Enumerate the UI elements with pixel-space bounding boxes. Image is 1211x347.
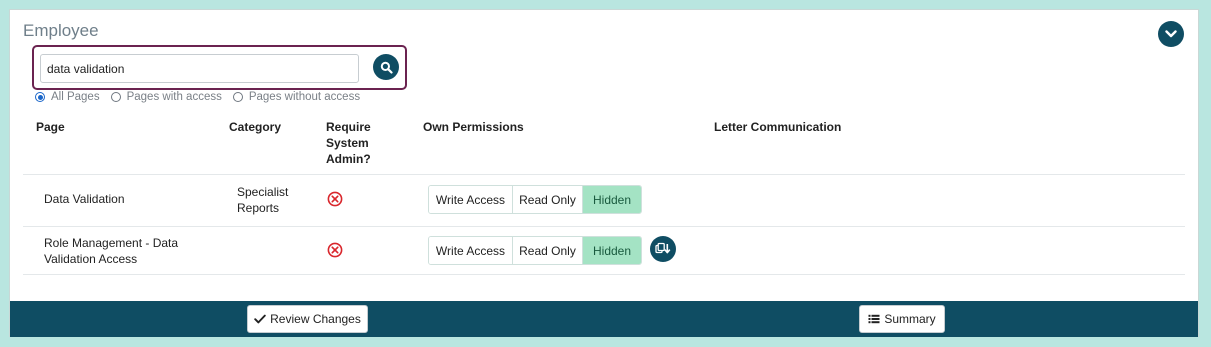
filter-all-pages[interactable]: All Pages [35, 91, 100, 103]
row-page-name: Data Validation [44, 191, 125, 207]
radio-button[interactable] [232, 92, 243, 102]
search-icon [380, 61, 393, 74]
page-name-line: Data Validation [44, 192, 125, 206]
divider [23, 274, 1185, 275]
page-filter-group: All Pages Pages with access Pages withou… [35, 90, 371, 104]
header-line: Require [326, 120, 371, 134]
header-own-permissions: Own Permissions [423, 120, 524, 134]
copy-down-icon [655, 242, 671, 254]
x-circle-icon [327, 191, 343, 207]
write-access-option[interactable]: Write Access [429, 186, 513, 213]
permission-selector: Write Access Read Only Hidden [428, 236, 642, 265]
section-title: Employee [23, 21, 99, 40]
filter-label: Pages without access [248, 91, 361, 103]
hidden-option[interactable]: Hidden [583, 237, 641, 264]
radio-button[interactable] [110, 92, 121, 102]
employee-panel: Employee All Pages Pages with access Pag… [9, 9, 1199, 337]
write-access-option[interactable]: Write Access [429, 237, 513, 264]
row-page-name: Role Management - Data Validation Access [44, 235, 178, 267]
page-name-line: Role Management - Data [44, 236, 179, 250]
search-input[interactable] [40, 54, 359, 83]
permission-selector: Write Access Read Only Hidden [428, 185, 642, 214]
hidden-option[interactable]: Hidden [583, 186, 641, 213]
chevron-down-icon [1165, 30, 1177, 38]
filter-label: Pages with access [126, 91, 222, 103]
check-icon [254, 314, 266, 324]
page-name-line: Validation Access [44, 252, 138, 266]
read-only-option[interactable]: Read Only [513, 186, 583, 213]
radio-button[interactable] [35, 92, 45, 102]
read-only-option[interactable]: Read Only [513, 237, 583, 264]
header-line: Admin? [326, 152, 371, 166]
filter-pages-without-access[interactable]: Pages without access [232, 91, 361, 103]
filter-label: All Pages [51, 91, 100, 103]
header-line: System [326, 136, 369, 150]
divider [23, 226, 1185, 227]
summary-button[interactable]: Summary [859, 305, 945, 333]
search-highlight-box [32, 45, 407, 90]
header-letter-communication: Letter Communication [714, 120, 842, 134]
divider [23, 174, 1185, 175]
filter-pages-with-access[interactable]: Pages with access [110, 91, 222, 103]
category-line: Reports [237, 201, 280, 215]
x-circle-icon [327, 242, 343, 258]
review-changes-button[interactable]: Review Changes [247, 305, 368, 333]
collapse-button[interactable] [1158, 21, 1184, 47]
summary-label: Summary [884, 312, 936, 326]
header-require-admin: Require System Admin? [326, 119, 371, 167]
copy-permissions-button[interactable] [650, 236, 676, 262]
list-icon [868, 314, 880, 324]
search-button[interactable] [373, 54, 399, 80]
category-line: Specialist [237, 185, 289, 199]
action-footer: Review Changes Summary [10, 301, 1198, 337]
header-category: Category [229, 120, 282, 134]
row-category: Specialist Reports [237, 184, 288, 216]
review-changes-label: Review Changes [270, 312, 361, 326]
header-page: Page [36, 120, 65, 134]
